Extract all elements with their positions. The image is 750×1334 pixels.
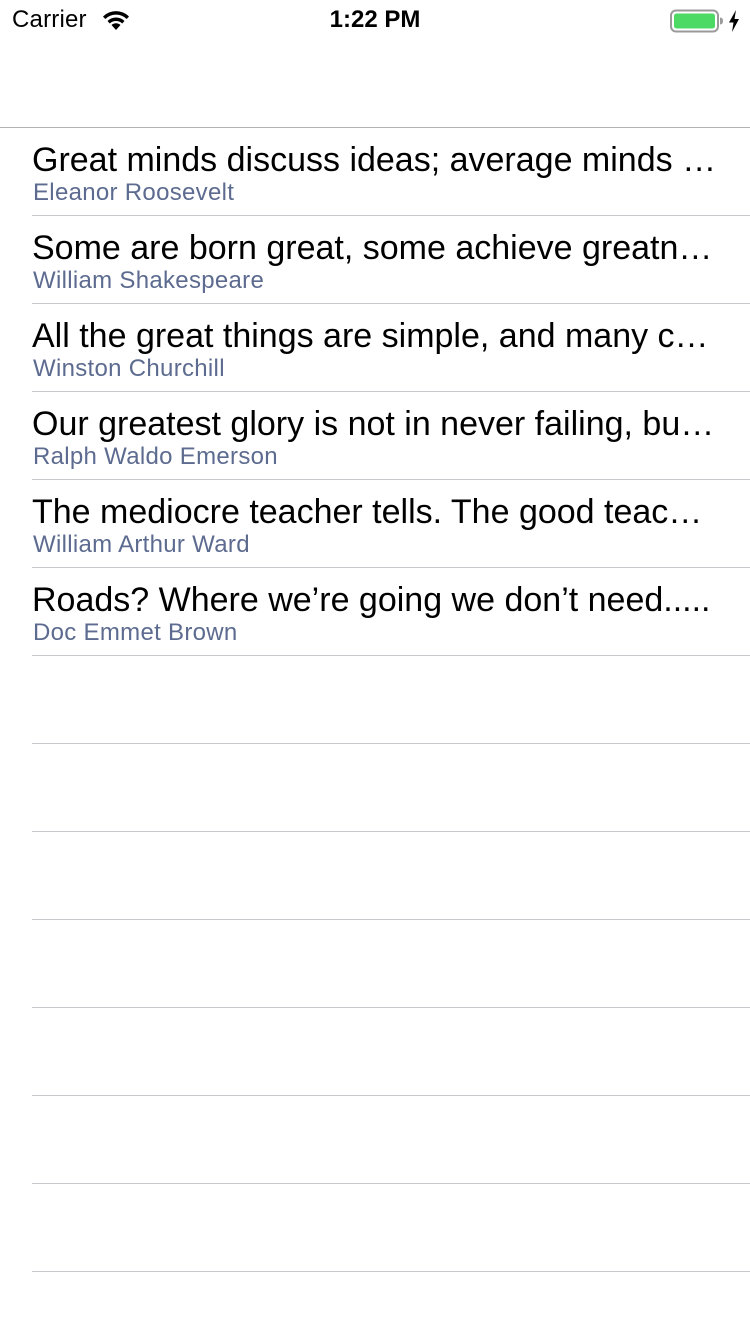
clock: 1:22 PM [329,6,421,33]
quote-author: William Shakespeare [33,267,265,294]
table-row[interactable]: Our greatest glory is not in never faili… [0,392,750,480]
status-bar: Carrier 1:22 PM [0,0,750,40]
navigation-bar [0,40,750,128]
quote-author: Ralph Waldo Emerson [33,443,278,470]
quote-author: Doc Emmet Brown [33,619,238,646]
quote-text: Some are born great, some achieve greatn… [32,229,718,267]
table-row[interactable]: Great minds discuss ideas; average minds… [0,128,750,216]
table-row[interactable] [0,656,750,744]
table-row[interactable]: The mediocre teacher tells. The good tea… [0,480,750,568]
battery-full-icon [670,9,723,33]
table-row[interactable] [0,1096,750,1184]
quote-text: All the great things are simple, and man… [32,317,718,355]
quote-author: Eleanor Roosevelt [33,179,235,206]
table-row[interactable] [0,832,750,920]
table-row[interactable]: All the great things are simple, and man… [0,304,750,392]
table-row[interactable] [0,744,750,832]
charging-bolt-icon [729,10,739,32]
table-row[interactable]: Roads? Where we’re going we don’t need..… [0,568,750,656]
quote-author: Winston Churchill [33,355,225,382]
quote-text: Great minds discuss ideas; average minds… [32,141,718,179]
table-row[interactable] [0,1008,750,1096]
quote-author: William Arthur Ward [33,531,250,558]
quote-text: Roads? Where we’re going we don’t need..… [32,581,711,619]
table-row[interactable]: Some are born great, some achieve greatn… [0,216,750,304]
quote-text: Our greatest glory is not in never faili… [32,405,718,443]
quotes-table[interactable]: Great minds discuss ideas; average minds… [0,128,750,1272]
table-row[interactable] [0,1184,750,1272]
quote-text: The mediocre teacher tells. The good tea… [32,493,718,531]
table-row[interactable] [0,920,750,1008]
